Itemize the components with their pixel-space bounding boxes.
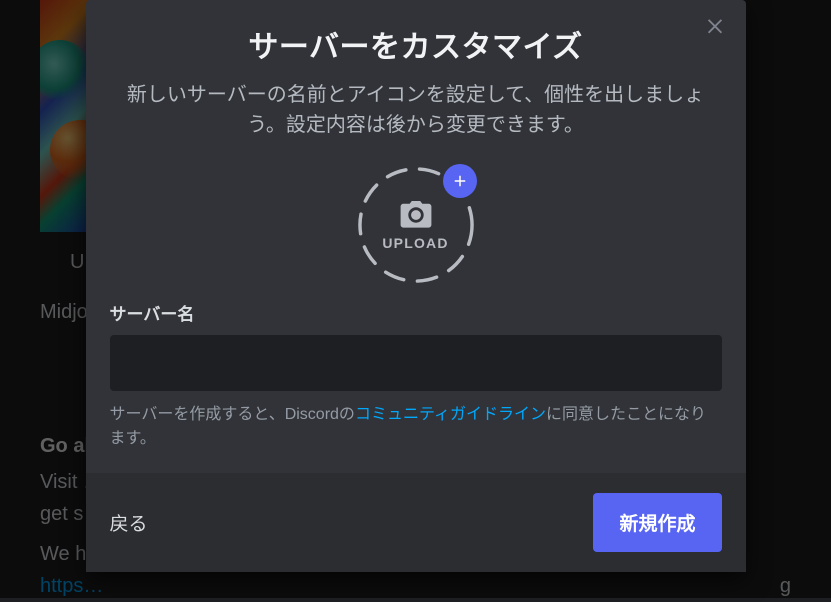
modal-title: サーバーをカスタマイズ (110, 22, 722, 66)
form-section: サーバー名 サーバーを作成すると、Discordのコミュニティガイドラインに同意… (86, 300, 746, 473)
community-guidelines-link[interactable]: コミュニティガイドライン (355, 406, 546, 423)
create-button[interactable]: 新規作成 (593, 493, 721, 552)
create-server-modal: サーバーをカスタマイズ 新しいサーバーの名前とアイコンを設定して、個性を出しまし… (86, 0, 746, 572)
terms-text: サーバーを作成すると、Discordのコミュニティガイドラインに同意したことにな… (110, 403, 722, 451)
modal-header: サーバーをカスタマイズ 新しいサーバーの名前とアイコンを設定して、個性を出しまし… (86, 0, 746, 140)
close-icon (704, 14, 726, 36)
upload-plus-badge (443, 164, 477, 198)
plus-icon (451, 172, 469, 190)
close-button[interactable] (702, 12, 728, 38)
server-name-label: サーバー名 (110, 300, 722, 325)
back-button[interactable]: 戻る (110, 505, 148, 540)
modal-subtitle: 新しいサーバーの名前とアイコンを設定して、個性を出しましょう。設定内容は後から変… (110, 80, 722, 140)
modal-footer: 戻る 新規作成 (86, 473, 746, 572)
server-icon-upload[interactable]: UPLOAD (357, 166, 475, 284)
server-name-input[interactable] (110, 335, 722, 391)
